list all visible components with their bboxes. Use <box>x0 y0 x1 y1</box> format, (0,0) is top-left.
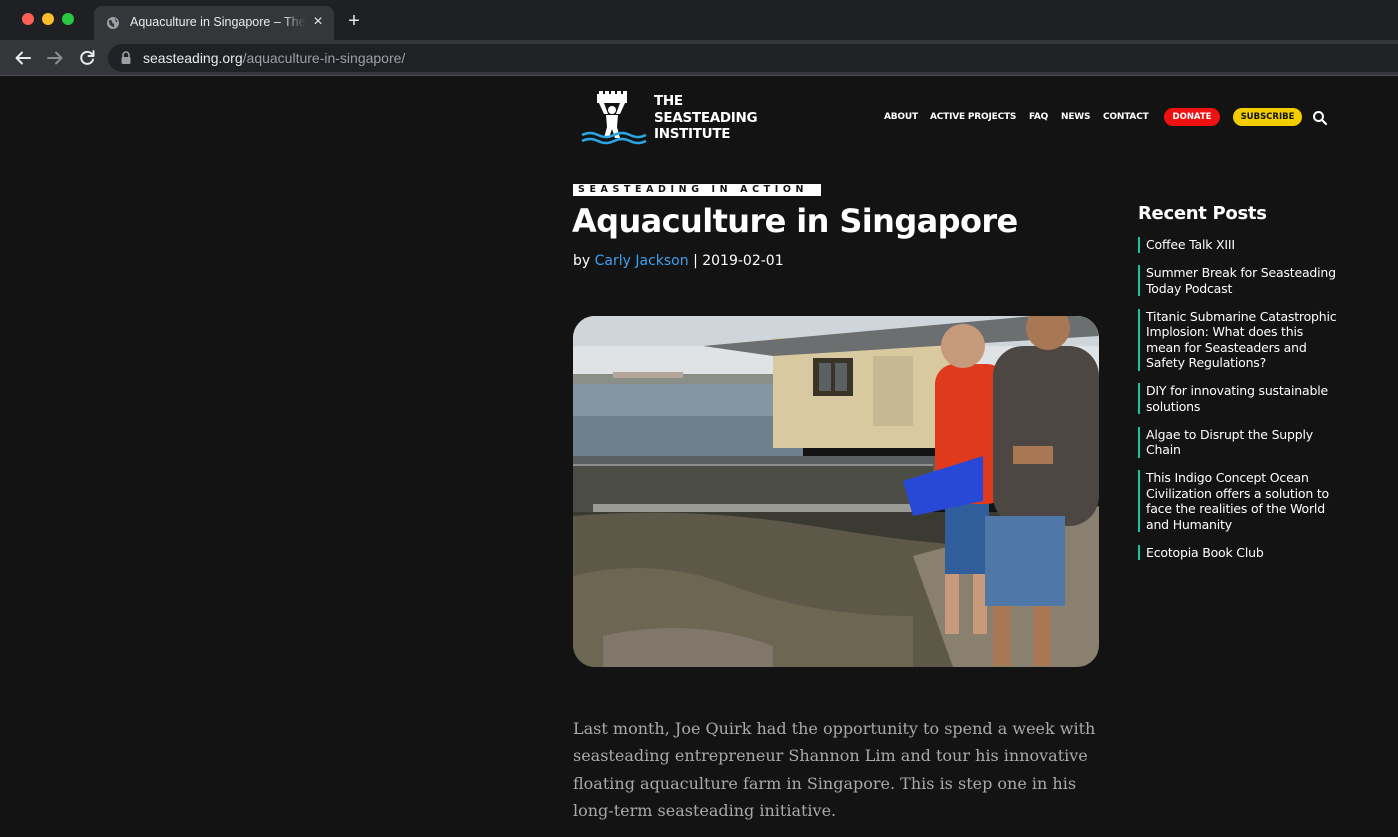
close-tab-icon[interactable]: × <box>310 14 326 30</box>
nav-active-projects[interactable]: ACTIVE PROJECTS <box>930 112 1016 122</box>
search-icon[interactable] <box>1312 110 1328 126</box>
recent-posts-widget: Recent Posts Coffee Talk XIII Summer Bre… <box>1138 201 1338 573</box>
address-bar[interactable]: seasteading.org/aquaculture-in-singapore… <box>108 44 1398 72</box>
author-link[interactable]: Carly Jackson <box>595 253 689 269</box>
nav-news[interactable]: NEWS <box>1061 112 1090 122</box>
window-close-button[interactable] <box>22 13 34 25</box>
seasteading-logo-icon <box>581 91 647 145</box>
recent-posts-list: Coffee Talk XIII Summer Break for Seaste… <box>1138 237 1338 560</box>
browser-toolbar: seasteading.org/aquaculture-in-singapore… <box>0 40 1398 76</box>
recent-post-link[interactable]: This Indigo Concept Ocean Civilization o… <box>1138 470 1338 532</box>
recent-post-link[interactable]: DIY for innovating sustainable solutions <box>1138 383 1338 414</box>
lock-icon[interactable] <box>120 51 132 65</box>
post-body: Last month, Joe Quirk had the opportunit… <box>573 719 1096 820</box>
nav-contact[interactable]: CONTACT <box>1103 112 1149 122</box>
post-date: 2019-02-01 <box>702 253 784 269</box>
url-host: seasteading.org <box>143 50 243 66</box>
category-label[interactable]: SEASTEADING IN ACTION <box>573 184 821 196</box>
forward-arrow-icon[interactable] <box>44 47 66 69</box>
recent-posts-title: Recent Posts <box>1138 203 1267 224</box>
subscribe-button[interactable]: SUBSCRIBE <box>1233 108 1302 126</box>
new-tab-button[interactable]: + <box>344 11 364 31</box>
donate-button[interactable]: DONATE <box>1164 108 1220 126</box>
tab-title: Aquaculture in Singapore – The Seasteadi… <box>130 15 306 31</box>
post-byline: by Carly Jackson | 2019-02-01 <box>573 253 784 269</box>
byline-by: by <box>573 253 591 269</box>
browser-tab-strip: Aquaculture in Singapore – The Seasteadi… <box>0 0 1398 40</box>
nav-about[interactable]: ABOUT <box>884 112 918 122</box>
featured-image <box>573 316 1099 667</box>
recent-post-link[interactable]: Coffee Talk XIII <box>1138 237 1338 253</box>
byline-separator: | <box>693 253 698 269</box>
recent-post-link[interactable]: Summer Break for Seasteading Today Podca… <box>1138 265 1338 296</box>
browser-tab[interactable]: Aquaculture in Singapore – The Seasteadi… <box>94 6 334 40</box>
logo-wordmark: THE SEASTEADING INSTITUTE <box>654 93 774 143</box>
recent-post-link[interactable]: Algae to Disrupt the Supply Chain <box>1138 426 1338 458</box>
logo-line: THE <box>654 93 683 109</box>
logo-line: INSTITUTE <box>654 126 731 142</box>
back-arrow-icon[interactable] <box>12 47 34 69</box>
reload-icon[interactable] <box>76 47 98 69</box>
web-page: THE SEASTEADING INSTITUTE ABOUT ACTIVE P… <box>0 77 1398 837</box>
window-minimize-button[interactable] <box>42 13 54 25</box>
nav-faq[interactable]: FAQ <box>1029 112 1048 122</box>
post-title: Aquaculture in Singapore <box>572 202 1018 240</box>
globe-icon <box>107 17 119 29</box>
recent-post-link[interactable]: Titanic Submarine Catastrophic Implosion… <box>1138 308 1338 371</box>
window-maximize-button[interactable] <box>62 13 74 25</box>
site-logo[interactable]: THE SEASTEADING INSTITUTE <box>580 91 770 147</box>
url-text: seasteading.org/aquaculture-in-singapore… <box>143 50 405 66</box>
recent-post-link[interactable]: Ecotopia Book Club <box>1138 544 1338 560</box>
logo-line: SEASTEADING <box>654 109 758 126</box>
url-path: /aquaculture-in-singapore/ <box>242 50 406 66</box>
